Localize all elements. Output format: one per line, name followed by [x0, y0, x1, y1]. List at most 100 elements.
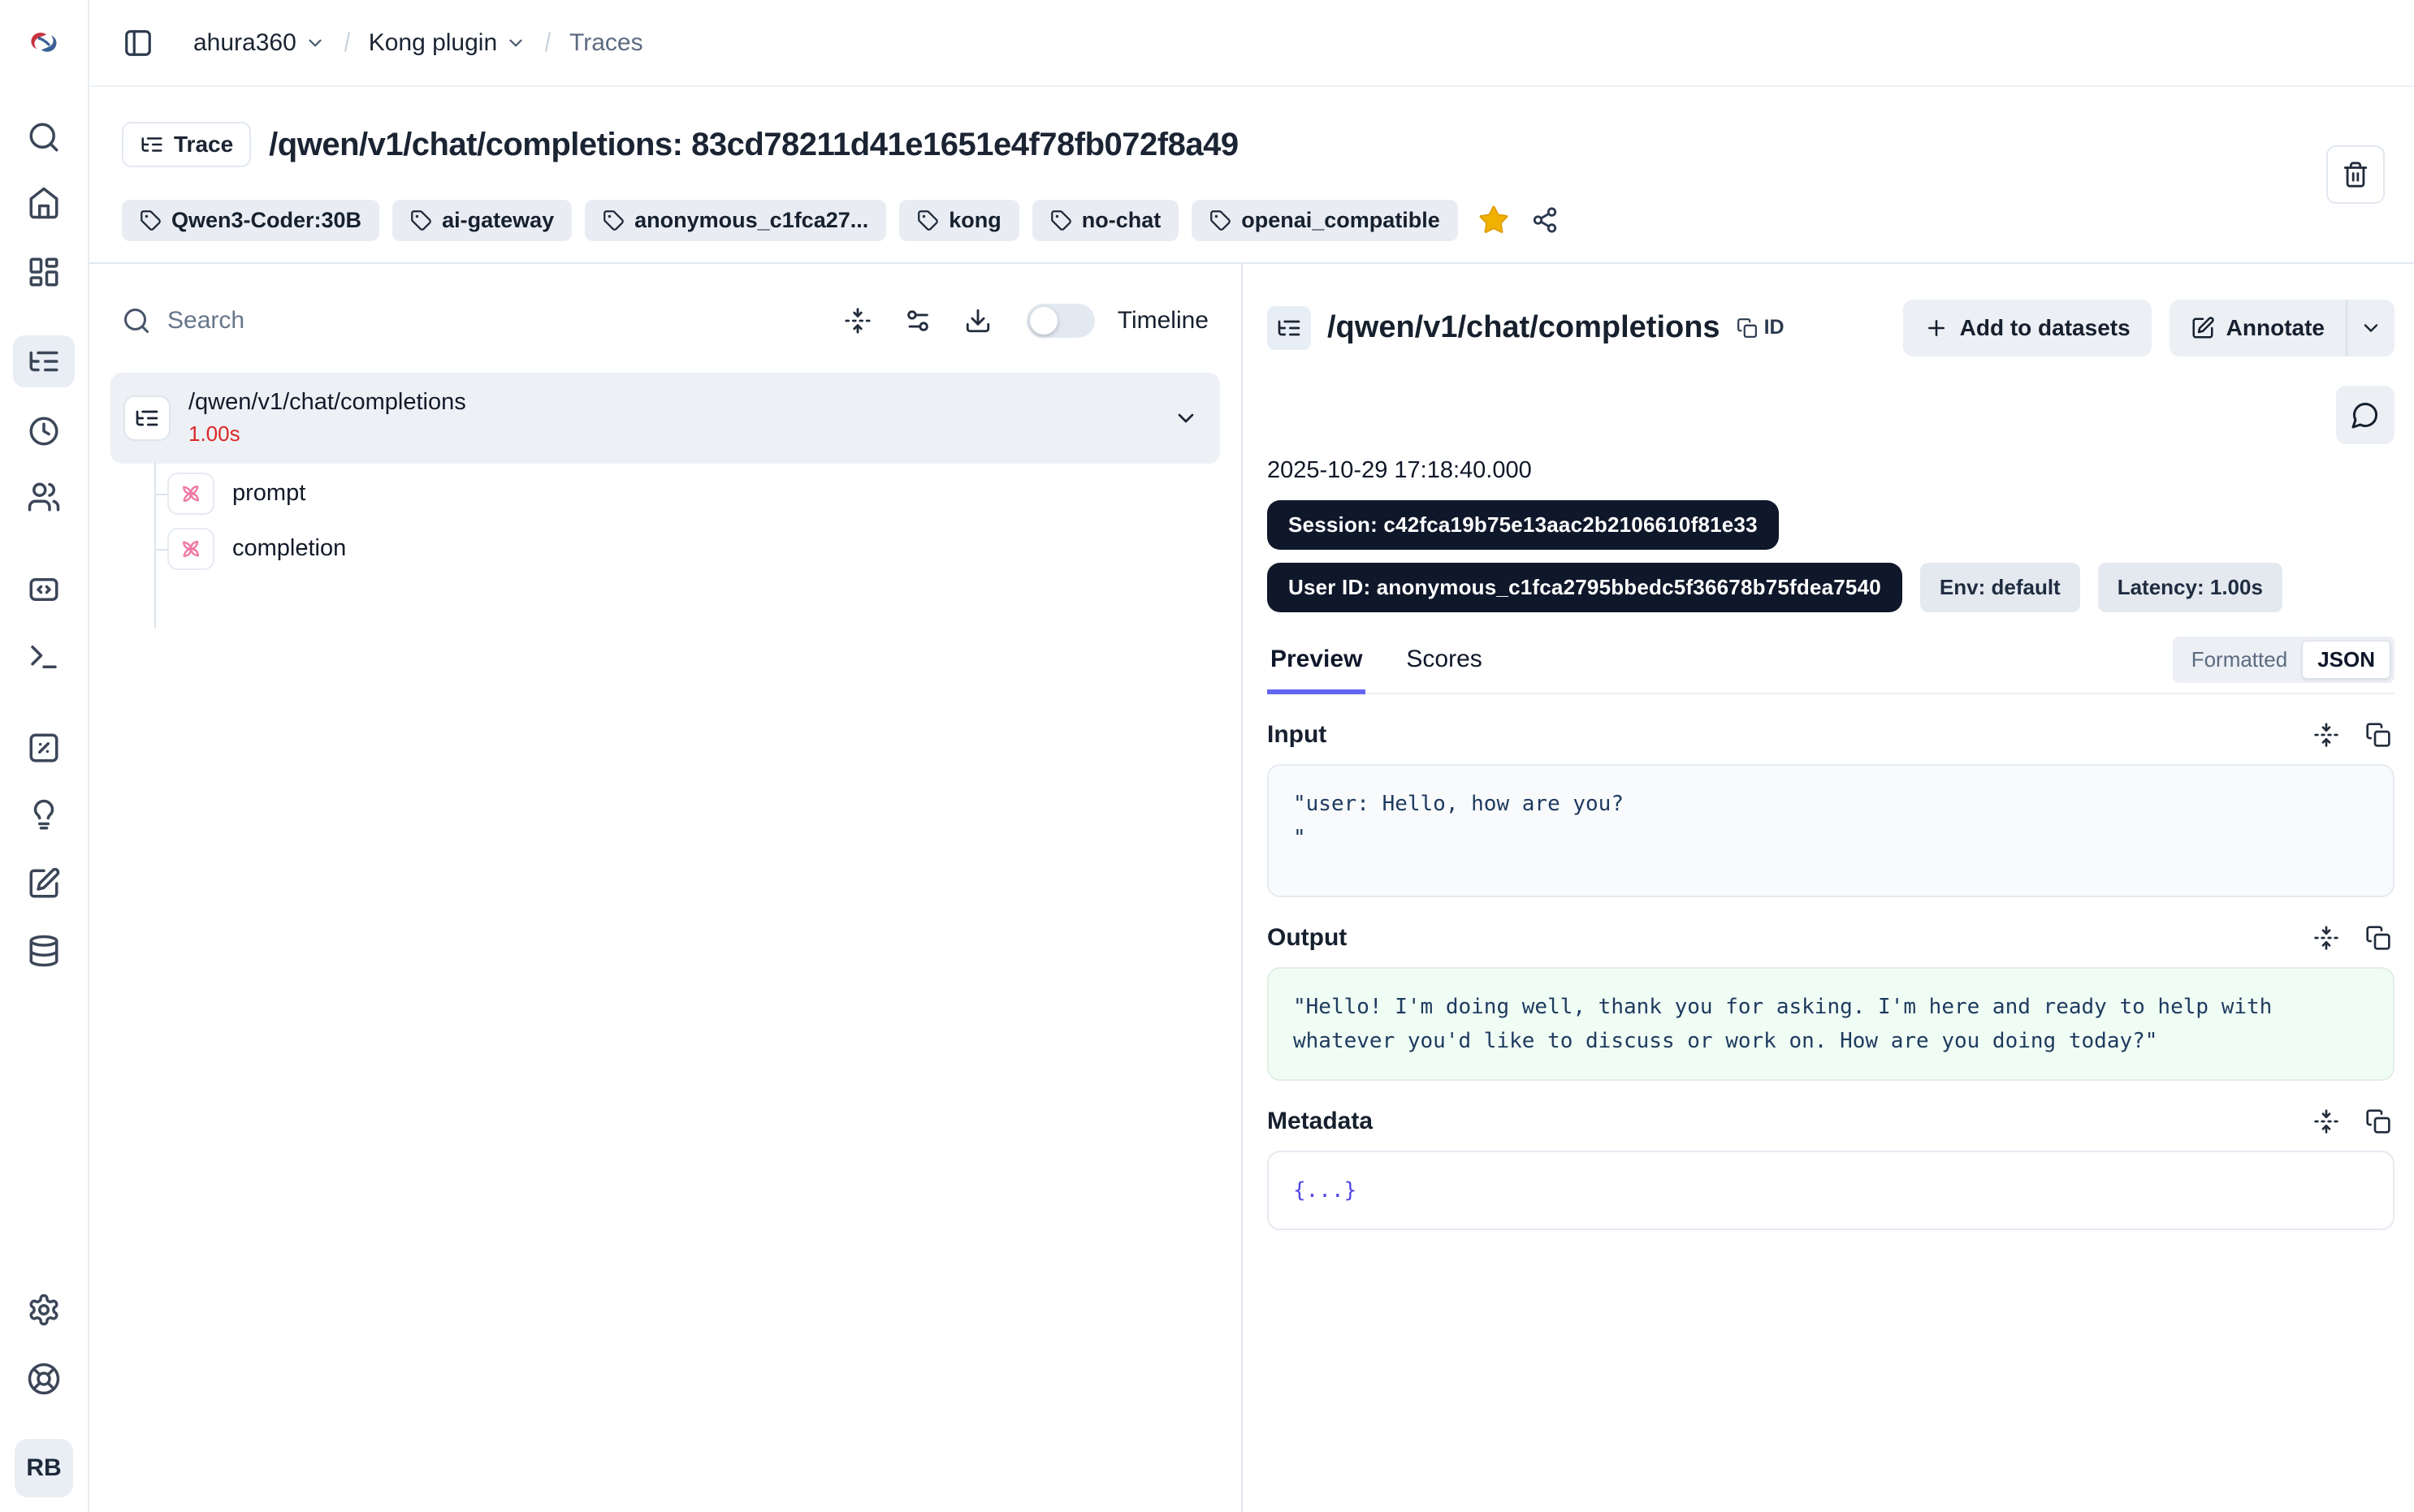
timeline-toggle[interactable] — [1027, 304, 1095, 338]
tag-pill[interactable]: openai_compatible — [1192, 200, 1458, 241]
trace-tree: /qwen/v1/chat/completions 1.00s — [89, 373, 1241, 574]
delete-trace-button[interactable] — [2326, 145, 2385, 204]
tag-pill[interactable]: no-chat — [1032, 200, 1179, 241]
annotate-menu-button[interactable] — [2347, 300, 2395, 356]
square-percent-icon — [27, 731, 61, 765]
sidebar-item-home[interactable] — [13, 177, 75, 229]
breadcrumb-page[interactable]: Traces — [569, 29, 643, 57]
main-area: ahura360 / Kong plugin / Traces Trace — [89, 0, 2414, 1512]
format-option-formatted[interactable]: Formatted — [2177, 642, 2303, 678]
app-logo-icon[interactable] — [24, 23, 63, 62]
home-icon — [27, 186, 61, 220]
copy-id-button[interactable]: ID — [1737, 316, 1785, 339]
breadcrumb: ahura360 / Kong plugin / Traces — [193, 28, 643, 58]
format-option-json[interactable]: JSON — [2302, 641, 2390, 679]
tab-preview[interactable]: Preview — [1267, 646, 1365, 694]
add-to-datasets-button[interactable]: Add to datasets — [1903, 300, 2152, 356]
tag-icon — [1050, 210, 1072, 231]
tree-node-duration: 1.00s — [188, 421, 1173, 447]
collapse-section-button[interactable] — [2310, 922, 2343, 954]
user-avatar[interactable]: RB — [15, 1439, 73, 1497]
file-code-icon — [27, 572, 61, 607]
copy-icon — [2365, 1108, 2391, 1134]
comments-button[interactable] — [2336, 386, 2395, 444]
event-node-badge — [167, 473, 214, 515]
breadcrumb-org-label: ahura360 — [193, 29, 296, 57]
chevron-down-icon — [305, 32, 326, 54]
collapse-all-button[interactable] — [835, 298, 880, 343]
database-icon — [27, 934, 61, 968]
tag-label: no-chat — [1082, 208, 1162, 233]
annotate-button[interactable]: Annotate — [2170, 300, 2347, 356]
sidebar-item-dashboards[interactable] — [13, 246, 75, 298]
sidebar-item-sessions[interactable] — [13, 405, 75, 457]
sidebar-item-users[interactable] — [13, 471, 75, 523]
sidebar-item-traces[interactable] — [13, 335, 75, 387]
tree-toolbar: Timeline — [89, 287, 1241, 355]
breadcrumb-project-selector[interactable]: Kong plugin — [369, 29, 526, 57]
collapse-section-button[interactable] — [2310, 1105, 2343, 1138]
users-icon — [27, 480, 61, 514]
search-icon — [122, 306, 151, 335]
tree-node-prompt[interactable]: prompt — [110, 469, 1220, 519]
copy-section-button[interactable] — [2362, 922, 2395, 954]
copy-icon — [2365, 925, 2391, 951]
tree-node-label: completion — [232, 535, 346, 562]
bookmark-star-button[interactable] — [1477, 204, 1510, 236]
pinwheel-icon — [178, 536, 204, 562]
collapse-section-button[interactable] — [2310, 719, 2343, 751]
sidebar-item-evaluators[interactable] — [13, 722, 75, 774]
tab-scores[interactable]: Scores — [1403, 646, 1485, 694]
breadcrumb-separator: / — [545, 28, 551, 58]
tree-node-completion[interactable]: completion — [110, 524, 1220, 574]
copy-section-button[interactable] — [2362, 719, 2395, 751]
dashboard-icon — [27, 255, 61, 289]
input-content: "user: Hello, how are you? " — [1267, 764, 2395, 897]
metadata-content[interactable]: {...} — [1267, 1151, 2395, 1230]
sidebar-toggle-button[interactable] — [119, 24, 158, 63]
search-input[interactable] — [166, 306, 820, 335]
tag-icon — [410, 210, 432, 231]
collapse-node-button[interactable] — [1173, 405, 1199, 431]
format-toggle: Formatted JSON — [2173, 637, 2395, 683]
trace-badge-label: Trace — [174, 132, 233, 158]
sidebar-item-insights[interactable] — [13, 789, 75, 841]
trace-detail-panel: /qwen/v1/chat/completions ID Add to data… — [1243, 264, 2414, 1512]
sidebar-item-datasets[interactable] — [13, 925, 75, 977]
user-id-badge[interactable]: User ID: anonymous_c1fca2795bbedc5f36678… — [1267, 563, 1902, 612]
tree-settings-button[interactable] — [895, 298, 941, 343]
annotate-label: Annotate — [2226, 315, 2325, 341]
share-button[interactable] — [1531, 206, 1559, 234]
sidebar-item-settings[interactable] — [13, 1284, 75, 1336]
tag-pill[interactable]: anonymous_c1fca27... — [585, 200, 886, 241]
sidebar-item-playground[interactable] — [13, 631, 75, 683]
tag-pill[interactable]: ai-gateway — [392, 200, 572, 241]
latency-badge: Latency: 1.00s — [2098, 563, 2282, 612]
trace-timestamp: 2025-10-29 17:18:40.000 — [1267, 457, 2395, 484]
session-badge[interactable]: Session: c42fca19b75e13aac2b2106610f81e3… — [1267, 500, 1779, 550]
list-tree-icon — [140, 132, 164, 157]
square-pen-icon — [2191, 316, 2215, 340]
terminal-icon — [27, 640, 61, 674]
env-badge: Env: default — [1920, 563, 2080, 612]
copy-icon — [2365, 722, 2391, 748]
tree-node-root[interactable]: /qwen/v1/chat/completions 1.00s — [110, 373, 1220, 464]
download-button[interactable] — [955, 298, 1001, 343]
sidebar-item-annotation-queues[interactable] — [13, 858, 75, 909]
trash-icon — [2342, 161, 2369, 188]
toggle-thumb — [1030, 307, 1058, 335]
detail-tabs: Preview Scores Formatted JSON — [1267, 637, 2395, 694]
tag-pill[interactable]: Qwen3-Coder:30B — [122, 200, 379, 241]
tag-pill[interactable]: kong — [899, 200, 1019, 241]
copy-section-button[interactable] — [2362, 1105, 2395, 1138]
sidebar-item-prompts[interactable] — [13, 564, 75, 616]
list-tree-icon — [27, 344, 61, 378]
breadcrumb-org-selector[interactable]: ahura360 — [193, 29, 326, 57]
sidebar-item-support[interactable] — [13, 1353, 75, 1405]
search-icon — [27, 120, 61, 154]
breadcrumb-project-label: Kong plugin — [369, 29, 497, 57]
timeline-label: Timeline — [1118, 307, 1209, 335]
plus-icon — [1924, 316, 1949, 340]
sidebar-item-search[interactable] — [13, 111, 75, 163]
tree-children: prompt — [110, 469, 1220, 574]
